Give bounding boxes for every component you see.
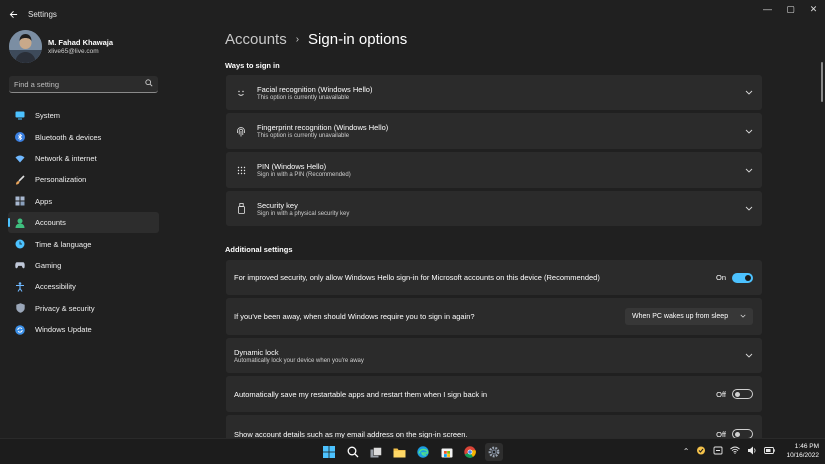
face-icon bbox=[234, 88, 248, 98]
search-input[interactable] bbox=[14, 79, 134, 89]
sidebar-item-personalization[interactable]: Personalization bbox=[8, 169, 159, 190]
gamepad-icon bbox=[15, 260, 25, 270]
sidebar-item-privacy[interactable]: Privacy & security bbox=[8, 298, 159, 319]
restart-apps-toggle[interactable] bbox=[732, 389, 753, 399]
pin-keypad-icon bbox=[234, 166, 248, 175]
store-icon[interactable] bbox=[438, 443, 456, 461]
section-heading-ways-to-sign-in: Ways to sign in bbox=[225, 61, 280, 70]
setting-hello-only: For improved security, only allow Window… bbox=[226, 260, 762, 295]
sidebar-item-accounts[interactable]: Accounts bbox=[8, 211, 159, 234]
option-subtitle: This option is currently unavailable bbox=[257, 94, 350, 101]
wifi-icon[interactable] bbox=[730, 446, 741, 456]
onedrive-icon[interactable] bbox=[696, 446, 706, 457]
globe-clock-icon bbox=[15, 239, 25, 249]
scrollbar[interactable] bbox=[821, 62, 823, 102]
sidebar-nav: System Bluetooth & devices Network & int… bbox=[8, 105, 159, 340]
sidebar-item-apps[interactable]: Apps bbox=[8, 191, 159, 212]
breadcrumb-separator: › bbox=[295, 34, 300, 45]
avatar bbox=[9, 30, 42, 63]
sidebar-item-accessibility[interactable]: Accessibility bbox=[8, 276, 159, 297]
taskbar: ⌃ 1:46 PM 10/16/2022 bbox=[0, 438, 825, 464]
signin-option-facial[interactable]: Facial recognition (Windows Hello) This … bbox=[226, 75, 762, 110]
settings-gear-icon[interactable] bbox=[484, 443, 503, 461]
sidebar-item-windows-update[interactable]: Windows Update bbox=[8, 319, 159, 340]
close-button[interactable]: ✕ bbox=[802, 0, 825, 18]
chevron-down-icon[interactable] bbox=[745, 88, 753, 97]
arrow-left-icon bbox=[9, 10, 17, 18]
chevron-up-icon[interactable]: ⌃ bbox=[683, 447, 690, 456]
sidebar-item-bluetooth[interactable]: Bluetooth & devices bbox=[8, 126, 159, 147]
chevron-down-icon[interactable] bbox=[745, 166, 753, 175]
clock-date: 10/16/2022 bbox=[786, 452, 819, 459]
task-view-icon[interactable] bbox=[367, 443, 385, 461]
update-icon bbox=[15, 324, 25, 335]
brush-icon bbox=[15, 175, 25, 185]
app-title: Settings bbox=[28, 9, 57, 19]
option-title: Facial recognition (Windows Hello) bbox=[257, 84, 373, 94]
setting-label: For improved security, only allow Window… bbox=[234, 273, 600, 282]
chevron-down-icon bbox=[740, 313, 746, 320]
taskbar-clock[interactable]: 1:46 PM 10/16/2022 bbox=[786, 442, 819, 460]
search-box[interactable] bbox=[9, 76, 158, 93]
maximize-button[interactable]: ▢ bbox=[779, 0, 802, 18]
edge-icon[interactable] bbox=[414, 443, 432, 461]
chevron-down-icon[interactable] bbox=[745, 351, 753, 360]
hello-only-toggle[interactable] bbox=[732, 272, 753, 283]
file-explorer-icon[interactable] bbox=[391, 443, 409, 461]
clock-time: 1:46 PM bbox=[794, 443, 819, 450]
wifi-icon bbox=[15, 153, 25, 163]
apps-icon bbox=[15, 196, 25, 206]
signin-option-pin[interactable]: PIN (Windows Hello) Sign in with a PIN (… bbox=[226, 152, 762, 188]
sidebar-item-time-language[interactable]: Time & language bbox=[8, 233, 159, 254]
setting-dynamic-lock[interactable]: Dynamic lock Automatically lock your dev… bbox=[226, 338, 762, 373]
setting-label: If you've been away, when should Windows… bbox=[234, 312, 475, 321]
breadcrumb-parent[interactable]: Accounts bbox=[225, 31, 287, 48]
monitor-icon bbox=[15, 111, 25, 121]
sidebar-item-label: System bbox=[35, 111, 61, 121]
toggle-state-label: Off bbox=[716, 389, 726, 399]
system-tray: ⌃ 1:46 PM 10/16/2022 bbox=[683, 442, 819, 460]
back-button[interactable] bbox=[0, 1, 26, 27]
sidebar: M. Fahad Khawaja xlive65@live.com System… bbox=[0, 28, 165, 438]
shield-icon bbox=[15, 303, 25, 314]
chevron-down-icon[interactable] bbox=[745, 204, 753, 213]
dropdown-value: When PC wakes up from sleep bbox=[632, 313, 729, 320]
require-signin-dropdown[interactable]: When PC wakes up from sleep bbox=[625, 308, 753, 325]
bluetooth-tray-icon[interactable] bbox=[713, 446, 723, 457]
toggle-state-label: On bbox=[715, 273, 726, 282]
bluetooth-icon bbox=[15, 132, 25, 143]
chevron-down-icon[interactable] bbox=[745, 127, 753, 136]
setting-require-signin: If you've been away, when should Windows… bbox=[226, 298, 762, 335]
sidebar-item-network[interactable]: Network & internet bbox=[8, 148, 159, 169]
sidebar-item-system[interactable]: System bbox=[8, 105, 159, 126]
breadcrumb: Accounts › Sign-in options bbox=[225, 31, 407, 48]
minimize-button[interactable]: — bbox=[756, 0, 779, 18]
title-bar: Settings — ▢ ✕ bbox=[0, 0, 825, 28]
setting-subtitle: Automatically lock your device when you'… bbox=[234, 357, 364, 364]
profile-email: xlive65@live.com bbox=[48, 48, 99, 55]
profile-name: M. Fahad Khawaja bbox=[48, 38, 114, 47]
setting-label: Automatically save my restartable apps a… bbox=[234, 389, 488, 399]
windows-start-icon[interactable] bbox=[320, 443, 338, 461]
signin-option-fingerprint[interactable]: Fingerprint recognition (Windows Hello) … bbox=[226, 113, 762, 149]
search-icon[interactable] bbox=[145, 79, 153, 89]
profile-card[interactable]: M. Fahad Khawaja xlive65@live.com bbox=[9, 30, 113, 63]
accessibility-icon bbox=[15, 282, 25, 292]
usb-key-icon bbox=[234, 203, 248, 214]
fingerprint-icon bbox=[234, 126, 248, 137]
setting-title: Dynamic lock bbox=[234, 347, 279, 357]
person-icon bbox=[15, 218, 25, 228]
volume-icon[interactable] bbox=[747, 446, 757, 457]
chrome-icon[interactable] bbox=[461, 443, 479, 461]
search-icon[interactable] bbox=[344, 443, 362, 461]
signin-option-security-key[interactable]: Security key Sign in with a physical sec… bbox=[226, 191, 762, 226]
battery-icon[interactable] bbox=[764, 446, 776, 456]
setting-restart-apps: Automatically save my restartable apps a… bbox=[226, 376, 762, 412]
page-title: Sign-in options bbox=[308, 31, 408, 48]
sidebar-item-gaming[interactable]: Gaming bbox=[8, 255, 159, 276]
section-heading-additional-settings: Additional settings bbox=[225, 245, 293, 254]
